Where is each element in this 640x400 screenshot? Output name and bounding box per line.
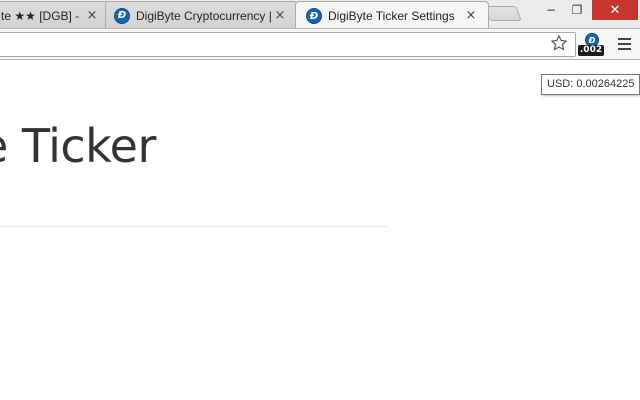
tab-title: DigiByte Ticker Settings bbox=[328, 9, 455, 23]
tab-close-icon[interactable]: × bbox=[85, 8, 99, 23]
close-window-button[interactable]: ✕ bbox=[592, 0, 638, 20]
tab-title: te ★★ [DGB] - bbox=[1, 8, 80, 23]
page-heading: e Ticker bbox=[0, 119, 156, 173]
digibyte-ticker-extension-button[interactable]: Ð .002 bbox=[578, 33, 604, 56]
price-tooltip: USD: 0.00264225 bbox=[541, 74, 640, 95]
minimize-button[interactable]: − bbox=[538, 0, 564, 20]
tab-digibyte-cryptocurrency[interactable]: Ð DigiByte Cryptocurrency | × bbox=[105, 1, 298, 28]
tab-dgb[interactable]: te ★★ [DGB] - × bbox=[0, 1, 110, 28]
digibyte-icon: Ð bbox=[114, 7, 130, 24]
address-bar[interactable] bbox=[0, 32, 576, 57]
new-tab-button[interactable] bbox=[484, 6, 522, 21]
bookmark-star-icon[interactable] bbox=[548, 32, 570, 54]
tab-close-icon[interactable]: × bbox=[273, 8, 287, 23]
tab-title: DigiByte Cryptocurrency | bbox=[136, 8, 272, 23]
tab-strip: te ★★ [DGB] - × Ð DigiByte Cryptocurrenc… bbox=[0, 0, 640, 29]
extension-price-badge: .002 bbox=[578, 45, 604, 56]
digibyte-icon: Ð bbox=[306, 8, 322, 24]
tab-digibyte-ticker-settings[interactable]: Ð DigiByte Ticker Settings × bbox=[295, 1, 489, 28]
hamburger-menu-icon[interactable] bbox=[614, 35, 634, 53]
restore-button[interactable]: ❐ bbox=[564, 0, 590, 20]
heading-divider bbox=[0, 226, 387, 227]
browser-toolbar bbox=[0, 29, 640, 60]
tab-close-icon[interactable]: × bbox=[464, 9, 478, 23]
